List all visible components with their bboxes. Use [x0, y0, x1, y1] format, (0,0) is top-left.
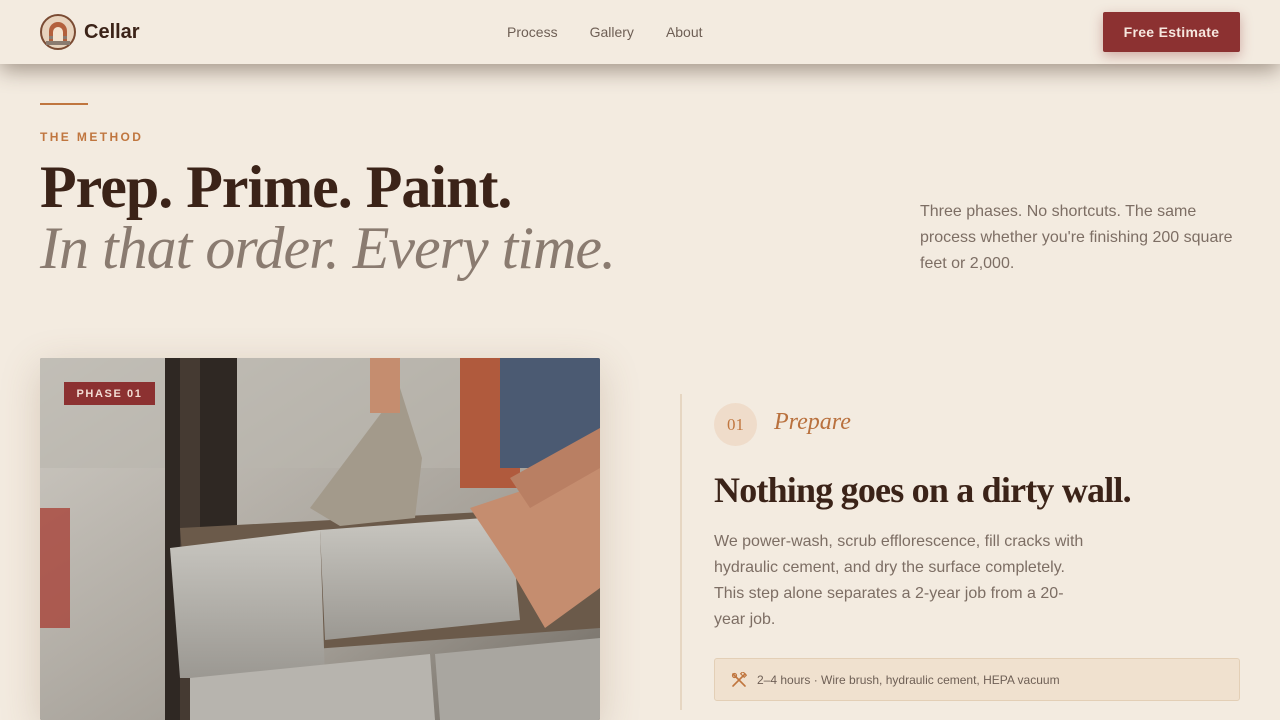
nav-link-gallery[interactable]: Gallery: [590, 24, 634, 40]
site-header: Cellar Process Gallery About Free Estima…: [0, 0, 1280, 64]
nav-link-process[interactable]: Process: [507, 24, 558, 40]
step-meta-box: 2–4 hours · Wire brush, hydraulic cement…: [714, 658, 1240, 701]
hero-intro: Three phases. No shortcuts. The same pro…: [920, 203, 1233, 272]
step-meta-text: 2–4 hours · Wire brush, hydraulic cement…: [757, 672, 1060, 687]
step-number: 01: [714, 403, 757, 446]
cellar-logo-icon: [40, 14, 76, 50]
phase-photo: [40, 358, 600, 720]
hero-subtitle: In that order. Every time.: [40, 215, 616, 281]
main-nav: Process Gallery About: [507, 0, 703, 64]
step-name: Prepare: [774, 409, 851, 435]
section-eyebrow: THE METHOD: [40, 130, 144, 144]
step-description: We power-wash, scrub efflorescence, fill…: [714, 533, 1084, 628]
brand-name: Cellar: [84, 20, 140, 43]
nav-link-about[interactable]: About: [666, 24, 703, 40]
phase-badge: PHASE 01: [64, 382, 155, 405]
timeline-line: [680, 394, 682, 710]
free-estimate-button[interactable]: Free Estimate: [1103, 12, 1240, 52]
bricklaying-photo-illustration: [40, 358, 600, 720]
hero-title: Prep. Prime. Paint.: [40, 154, 512, 220]
tools-icon: [731, 671, 747, 687]
brand-logo[interactable]: Cellar: [40, 14, 140, 50]
eyebrow-rule: [40, 103, 88, 105]
step-title: Nothing goes on a dirty wall.: [714, 470, 1132, 510]
